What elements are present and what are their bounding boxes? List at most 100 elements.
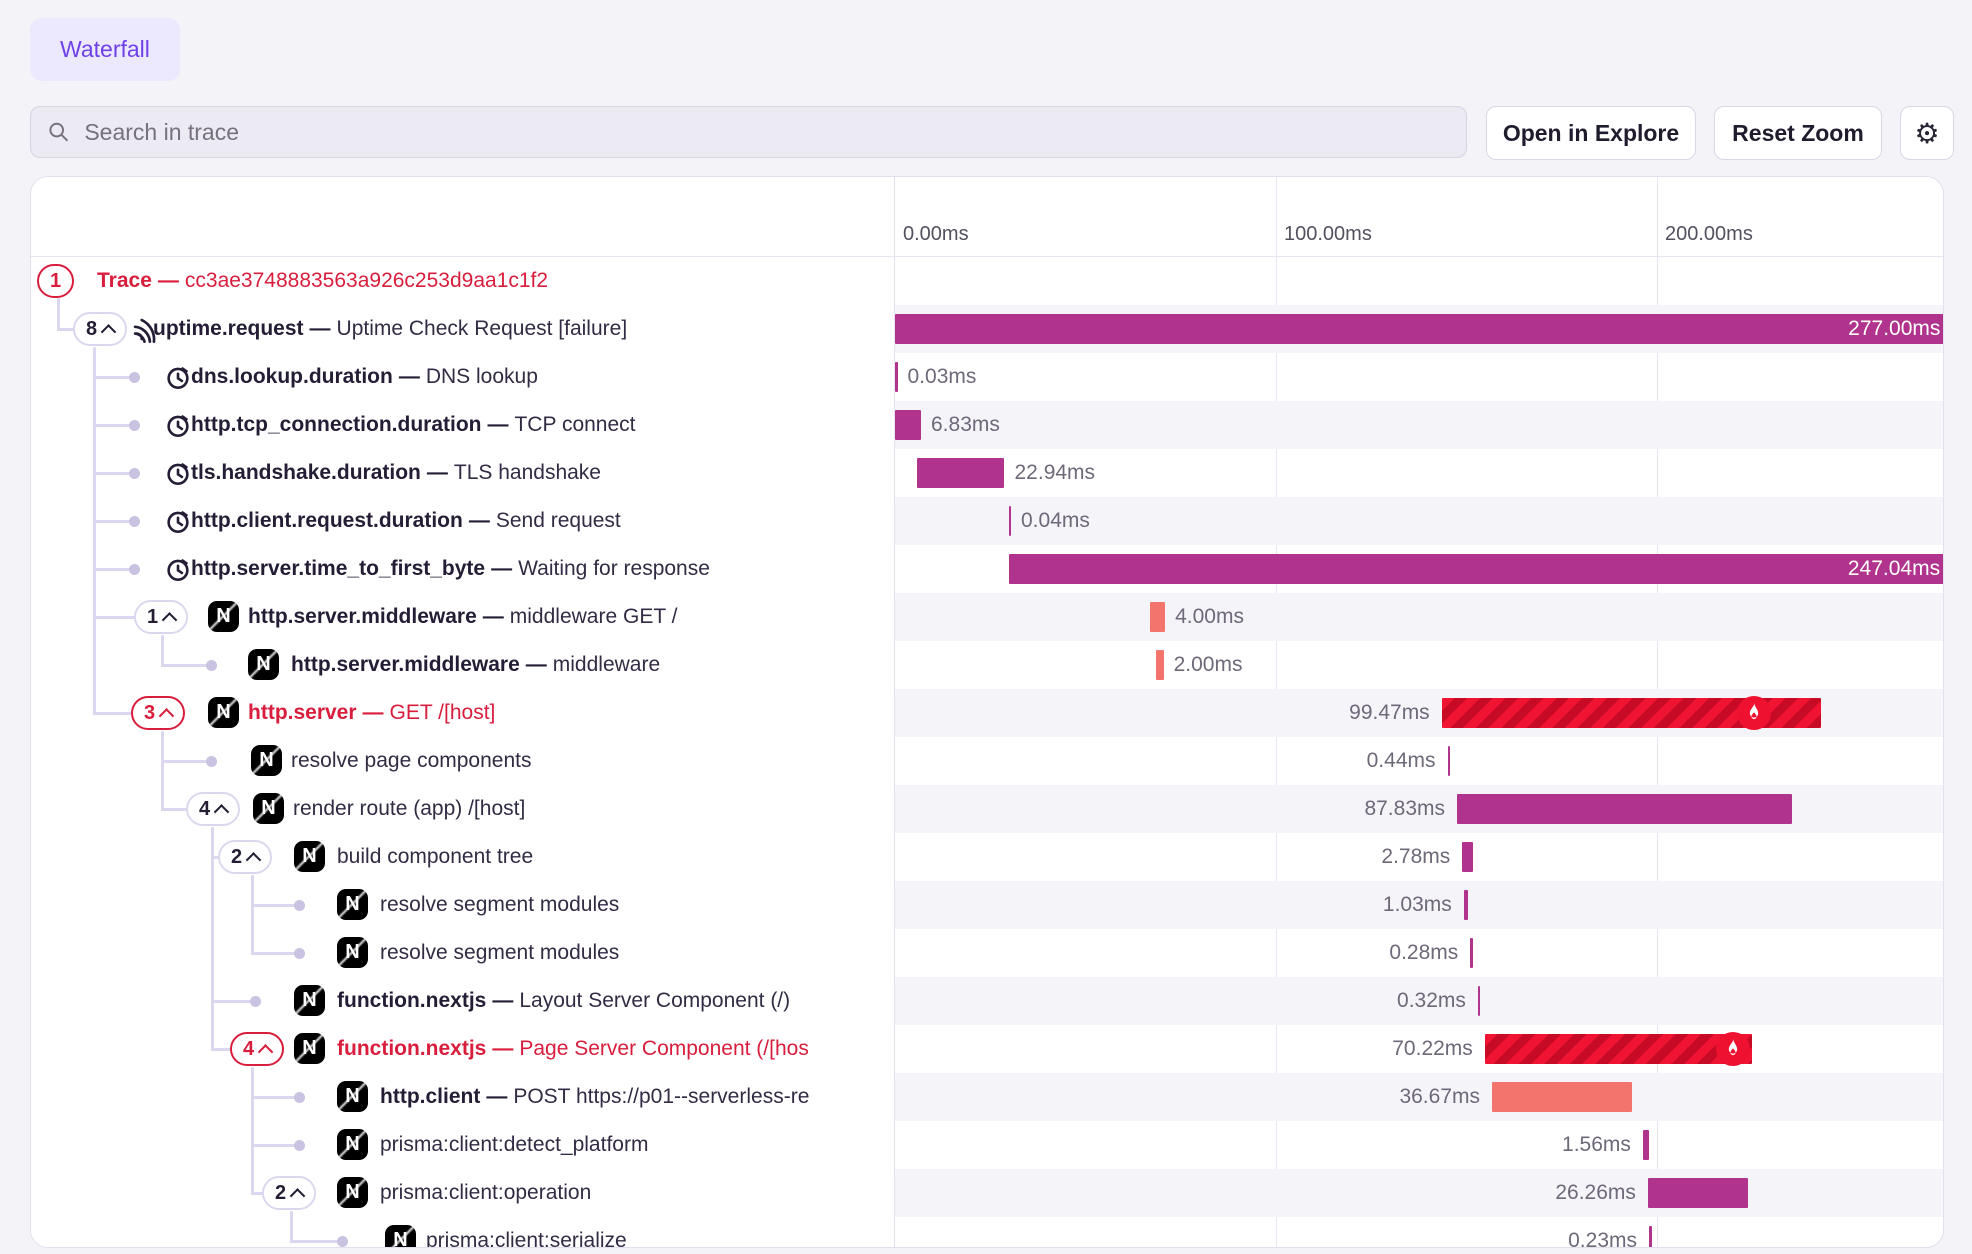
span-bar[interactable] (1649, 1226, 1652, 1247)
expand-collapse-pill[interactable]: 1 (37, 264, 74, 298)
span-tree-row[interactable]: 4 Nfunction.nextjs—Page Server Component… (31, 1025, 894, 1073)
chevron-up-icon (290, 1188, 306, 1204)
leaf-node-dot (206, 756, 217, 767)
span-title: function.nextjs—Layout Server Component … (337, 977, 894, 1025)
expand-collapse-pill[interactable]: 3 (131, 696, 185, 730)
search-input[interactable] (82, 118, 1450, 147)
span-tree-row[interactable]: dns.lookup.duration—DNS lookup (31, 353, 894, 401)
span-bar[interactable] (1156, 650, 1164, 680)
nextjs-icon: N (294, 985, 325, 1016)
expand-collapse-pill[interactable]: 4 (186, 792, 240, 826)
child-count: 4 (243, 1038, 254, 1061)
expand-collapse-pill[interactable]: 2 (262, 1176, 316, 1210)
span-tree-row[interactable]: 8 uptime.request—Uptime Check Request [f… (31, 305, 894, 353)
span-bar[interactable] (1448, 746, 1451, 776)
leaf-node-dot (129, 372, 140, 383)
span-tree-row[interactable]: 1 Trace—cc3ae3748883563a926c253d9aa1c1f2 (31, 257, 894, 305)
child-count: 2 (275, 1182, 286, 1205)
expand-collapse-pill[interactable]: 8 (73, 312, 127, 346)
span-bar[interactable] (895, 362, 898, 392)
span-bar[interactable] (1009, 506, 1012, 536)
span-bar[interactable] (1485, 1034, 1753, 1064)
span-origin-icon: N (253, 793, 284, 824)
child-count: 3 (144, 702, 155, 725)
span-title: http.tcp_connection.duration—TCP connect (191, 401, 894, 449)
span-tree-row[interactable]: Nresolve segment modules (31, 929, 894, 977)
span-description: GET /[host] (390, 701, 496, 724)
slow-span-badge[interactable] (1716, 1032, 1750, 1066)
span-bar[interactable] (1150, 602, 1165, 632)
span-bar[interactable] (1462, 842, 1473, 872)
span-tree-row[interactable]: http.server.time_to_first_byte—Waiting f… (31, 545, 894, 593)
child-count: 1 (50, 270, 61, 293)
span-tree-row[interactable]: 2 Nprisma:client:operation (31, 1169, 894, 1217)
search-bar[interactable] (30, 106, 1467, 158)
settings-button[interactable]: ⚙ (1900, 106, 1954, 160)
separator-dash: — (520, 653, 553, 676)
separator-dash: — (480, 1085, 513, 1108)
span-bar[interactable] (1478, 986, 1481, 1016)
span-tree-row[interactable]: 2 Nbuild component tree (31, 833, 894, 881)
span-tree-row[interactable]: http.client.request.duration—Send reques… (31, 497, 894, 545)
span-duration-label: 4.00ms (1175, 593, 1244, 641)
nextjs-icon: N (208, 601, 239, 632)
span-tree-row[interactable]: Nprisma:client:serialize (31, 1217, 894, 1247)
timeline-pane: 0.00ms100.00ms200.00ms277.00ms0.03ms6.83… (894, 177, 1943, 1247)
fire-icon (1722, 1038, 1744, 1060)
span-bar[interactable] (1492, 1082, 1632, 1112)
search-icon (47, 120, 70, 144)
slow-span-badge[interactable] (1737, 696, 1771, 730)
span-bar[interactable] (1648, 1178, 1748, 1208)
span-op-name: resolve page components (291, 749, 532, 772)
child-count: 8 (86, 318, 97, 341)
span-tree-row[interactable]: http.tcp_connection.duration—TCP connect (31, 401, 894, 449)
span-bar[interactable] (1457, 794, 1792, 824)
span-bar[interactable] (895, 410, 921, 440)
tab-waterfall[interactable]: Waterfall (30, 18, 180, 81)
span-tree-row[interactable]: tls.handshake.duration—TLS handshake (31, 449, 894, 497)
leaf-node-dot (129, 564, 140, 575)
waterfall-lane: 0.44ms (895, 737, 1943, 785)
expand-collapse-pill[interactable]: 4 (230, 1032, 284, 1066)
leaf-node-dot (206, 660, 217, 671)
span-tree-row[interactable]: 3 Nhttp.server—GET /[host] (31, 689, 894, 737)
child-count: 2 (231, 846, 242, 869)
span-tree-row[interactable]: Nfunction.nextjs—Layout Server Component… (31, 977, 894, 1025)
waterfall-lane: 1.56ms (895, 1121, 1943, 1169)
expand-collapse-pill[interactable]: 2 (218, 840, 272, 874)
nextjs-icon: N (337, 1081, 368, 1112)
span-duration-label: 26.26ms (895, 1169, 1636, 1217)
expand-collapse-pill[interactable]: 1 (134, 600, 188, 634)
open-in-explore-button[interactable]: Open in Explore (1486, 106, 1696, 160)
span-tree-row[interactable]: Nhttp.server.middleware—middleware (31, 641, 894, 689)
span-bar[interactable] (1442, 698, 1821, 728)
span-duration-label: 0.28ms (895, 929, 1458, 977)
span-title: Trace—cc3ae3748883563a926c253d9aa1c1f2 (97, 257, 894, 305)
span-bar[interactable] (917, 458, 1004, 488)
span-bar[interactable]: 247.04ms (1009, 554, 1943, 584)
span-bar[interactable] (1470, 938, 1473, 968)
span-tree-row[interactable]: Nresolve page components (31, 737, 894, 785)
span-bar[interactable] (1464, 890, 1468, 920)
span-bar[interactable] (1643, 1130, 1649, 1160)
span-tree-row[interactable]: Nresolve segment modules (31, 881, 894, 929)
span-origin-icon: N (294, 985, 325, 1016)
span-title: http.client—POST https://p01--serverless… (380, 1073, 894, 1121)
span-title: resolve segment modules (380, 881, 894, 929)
reset-zoom-button[interactable]: Reset Zoom (1714, 106, 1882, 160)
span-title: http.client.request.duration—Send reques… (191, 497, 894, 545)
gear-icon: ⚙ (1914, 117, 1939, 150)
span-tree-row[interactable]: Nprisma:client:detect_platform (31, 1121, 894, 1169)
span-title: tls.handshake.duration—TLS handshake (191, 449, 894, 497)
span-tree-row[interactable]: Nhttp.client—POST https://p01--serverles… (31, 1073, 894, 1121)
span-description: Uptime Check Request [failure] (337, 317, 628, 340)
span-tree-row[interactable]: 1 Nhttp.server.middleware—middleware GET… (31, 593, 894, 641)
chevron-up-icon (258, 1044, 274, 1060)
span-bar[interactable]: 277.00ms (895, 314, 1943, 344)
waterfall-lane: 4.00ms (895, 593, 1943, 641)
span-op-name: prisma:client:operation (380, 1181, 591, 1204)
waterfall-lane: 0.32ms (895, 977, 1943, 1025)
span-origin-icon: N (337, 889, 368, 920)
span-tree-row[interactable]: 4 Nrender route (app) /[host] (31, 785, 894, 833)
span-op-name: http.server.middleware (248, 605, 477, 628)
